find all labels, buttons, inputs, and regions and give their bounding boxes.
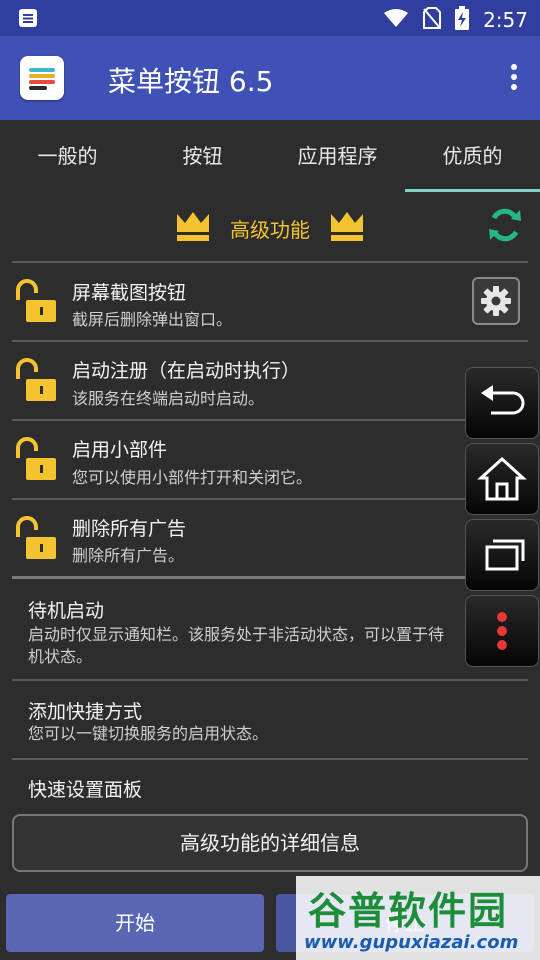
item-title: 快速设置面板: [28, 779, 143, 801]
gear-icon: [481, 286, 511, 316]
list-item-quick-settings[interactable]: 快速设置面板: [0, 760, 540, 810]
unlocked-padlock-icon: [12, 515, 58, 561]
item-title: 启用小部件: [72, 439, 168, 461]
item-subtitle: 您可以一键切换服务的启用状态。: [28, 724, 269, 743]
tab-premium[interactable]: 优质的: [405, 120, 540, 192]
list-item-boot-registration[interactable]: 启动注册（在启动时执行） 该服务在终端启动时启动。: [0, 341, 540, 419]
start-button[interactable]: 开始: [6, 894, 264, 952]
floating-home-button[interactable]: [465, 443, 539, 515]
item-subtitle: 启动时仅显示通知栏。该服务处于非活动状态，可以置于待机状态。: [28, 625, 445, 666]
watermark-url: www.gupuxiazai.com: [304, 932, 519, 953]
clock: 2:57: [483, 8, 528, 32]
status-bar: 2:57: [0, 0, 540, 36]
crown-icon: [330, 210, 364, 242]
app-title: 菜单按钮 6.5: [108, 65, 274, 98]
unlocked-padlock-icon: [12, 278, 58, 324]
list-item-standby-start[interactable]: 待机启动 启动时仅显示通知栏。该服务处于非活动状态，可以置于待机状态。: [0, 580, 540, 678]
floating-back-button[interactable]: [465, 367, 539, 439]
tab-general[interactable]: 一般的: [0, 120, 135, 192]
item-subtitle: 您可以使用小部件打开和关闭它。: [72, 468, 313, 487]
watermark: 谷普软件园 www.gupuxiazai.com: [296, 876, 540, 960]
unlocked-padlock-icon: [12, 436, 58, 482]
premium-details-button[interactable]: 高级功能的详细信息: [12, 814, 528, 872]
premium-header: 高级功能: [0, 192, 540, 262]
item-title: 屏幕截图按钮: [72, 282, 187, 304]
tab-applications[interactable]: 应用程序: [270, 120, 405, 192]
home-icon: [477, 456, 527, 501]
item-subtitle: 该服务在终端启动时启动。: [72, 389, 265, 408]
item-title: 删除所有广告: [72, 518, 187, 540]
watermark-title: 谷普软件园: [308, 889, 509, 933]
app-bar: 菜单按钮 6.5: [0, 36, 540, 120]
list-item-screenshot-button[interactable]: 屏幕截图按钮 截屏后删除弹出窗口。: [0, 262, 540, 340]
floating-recents-button[interactable]: [465, 519, 539, 591]
recents-icon: [485, 539, 525, 571]
menu-dots-icon: [497, 612, 507, 650]
no-sim-icon: [423, 7, 442, 33]
back-icon: [481, 385, 525, 415]
floating-menu-button[interactable]: [465, 595, 539, 667]
refresh-icon[interactable]: [486, 206, 524, 244]
unlocked-padlock-icon: [12, 357, 58, 403]
wifi-icon: [383, 8, 409, 32]
section-divider: [12, 576, 528, 579]
screenshot-settings-button[interactable]: [472, 277, 520, 325]
notification-icon: [18, 8, 38, 32]
overflow-menu-icon[interactable]: [508, 64, 520, 94]
list-item-add-shortcut[interactable]: 添加快捷方式 您可以一键切换服务的启用状态。: [0, 681, 540, 757]
item-title: 添加快捷方式: [28, 701, 143, 723]
battery-charging-icon: [455, 6, 470, 34]
premium-title: 高级功能: [230, 218, 310, 242]
tab-bar: 一般的 按钮 应用程序 优质的: [0, 120, 540, 192]
item-subtitle: 删除所有广告。: [72, 546, 185, 565]
app-logo-icon: [20, 56, 64, 100]
tab-buttons[interactable]: 按钮: [135, 120, 270, 192]
item-title: 启动注册（在启动时执行）: [72, 360, 301, 382]
list-item-enable-widget[interactable]: 启用小部件 您可以使用小部件打开和关闭它。: [0, 420, 540, 498]
item-title: 待机启动: [28, 600, 105, 622]
item-subtitle: 截屏后删除弹出窗口。: [72, 310, 233, 329]
floating-button-panel: [465, 367, 539, 671]
list-item-remove-ads[interactable]: 删除所有广告 删除所有广告。: [0, 499, 540, 577]
